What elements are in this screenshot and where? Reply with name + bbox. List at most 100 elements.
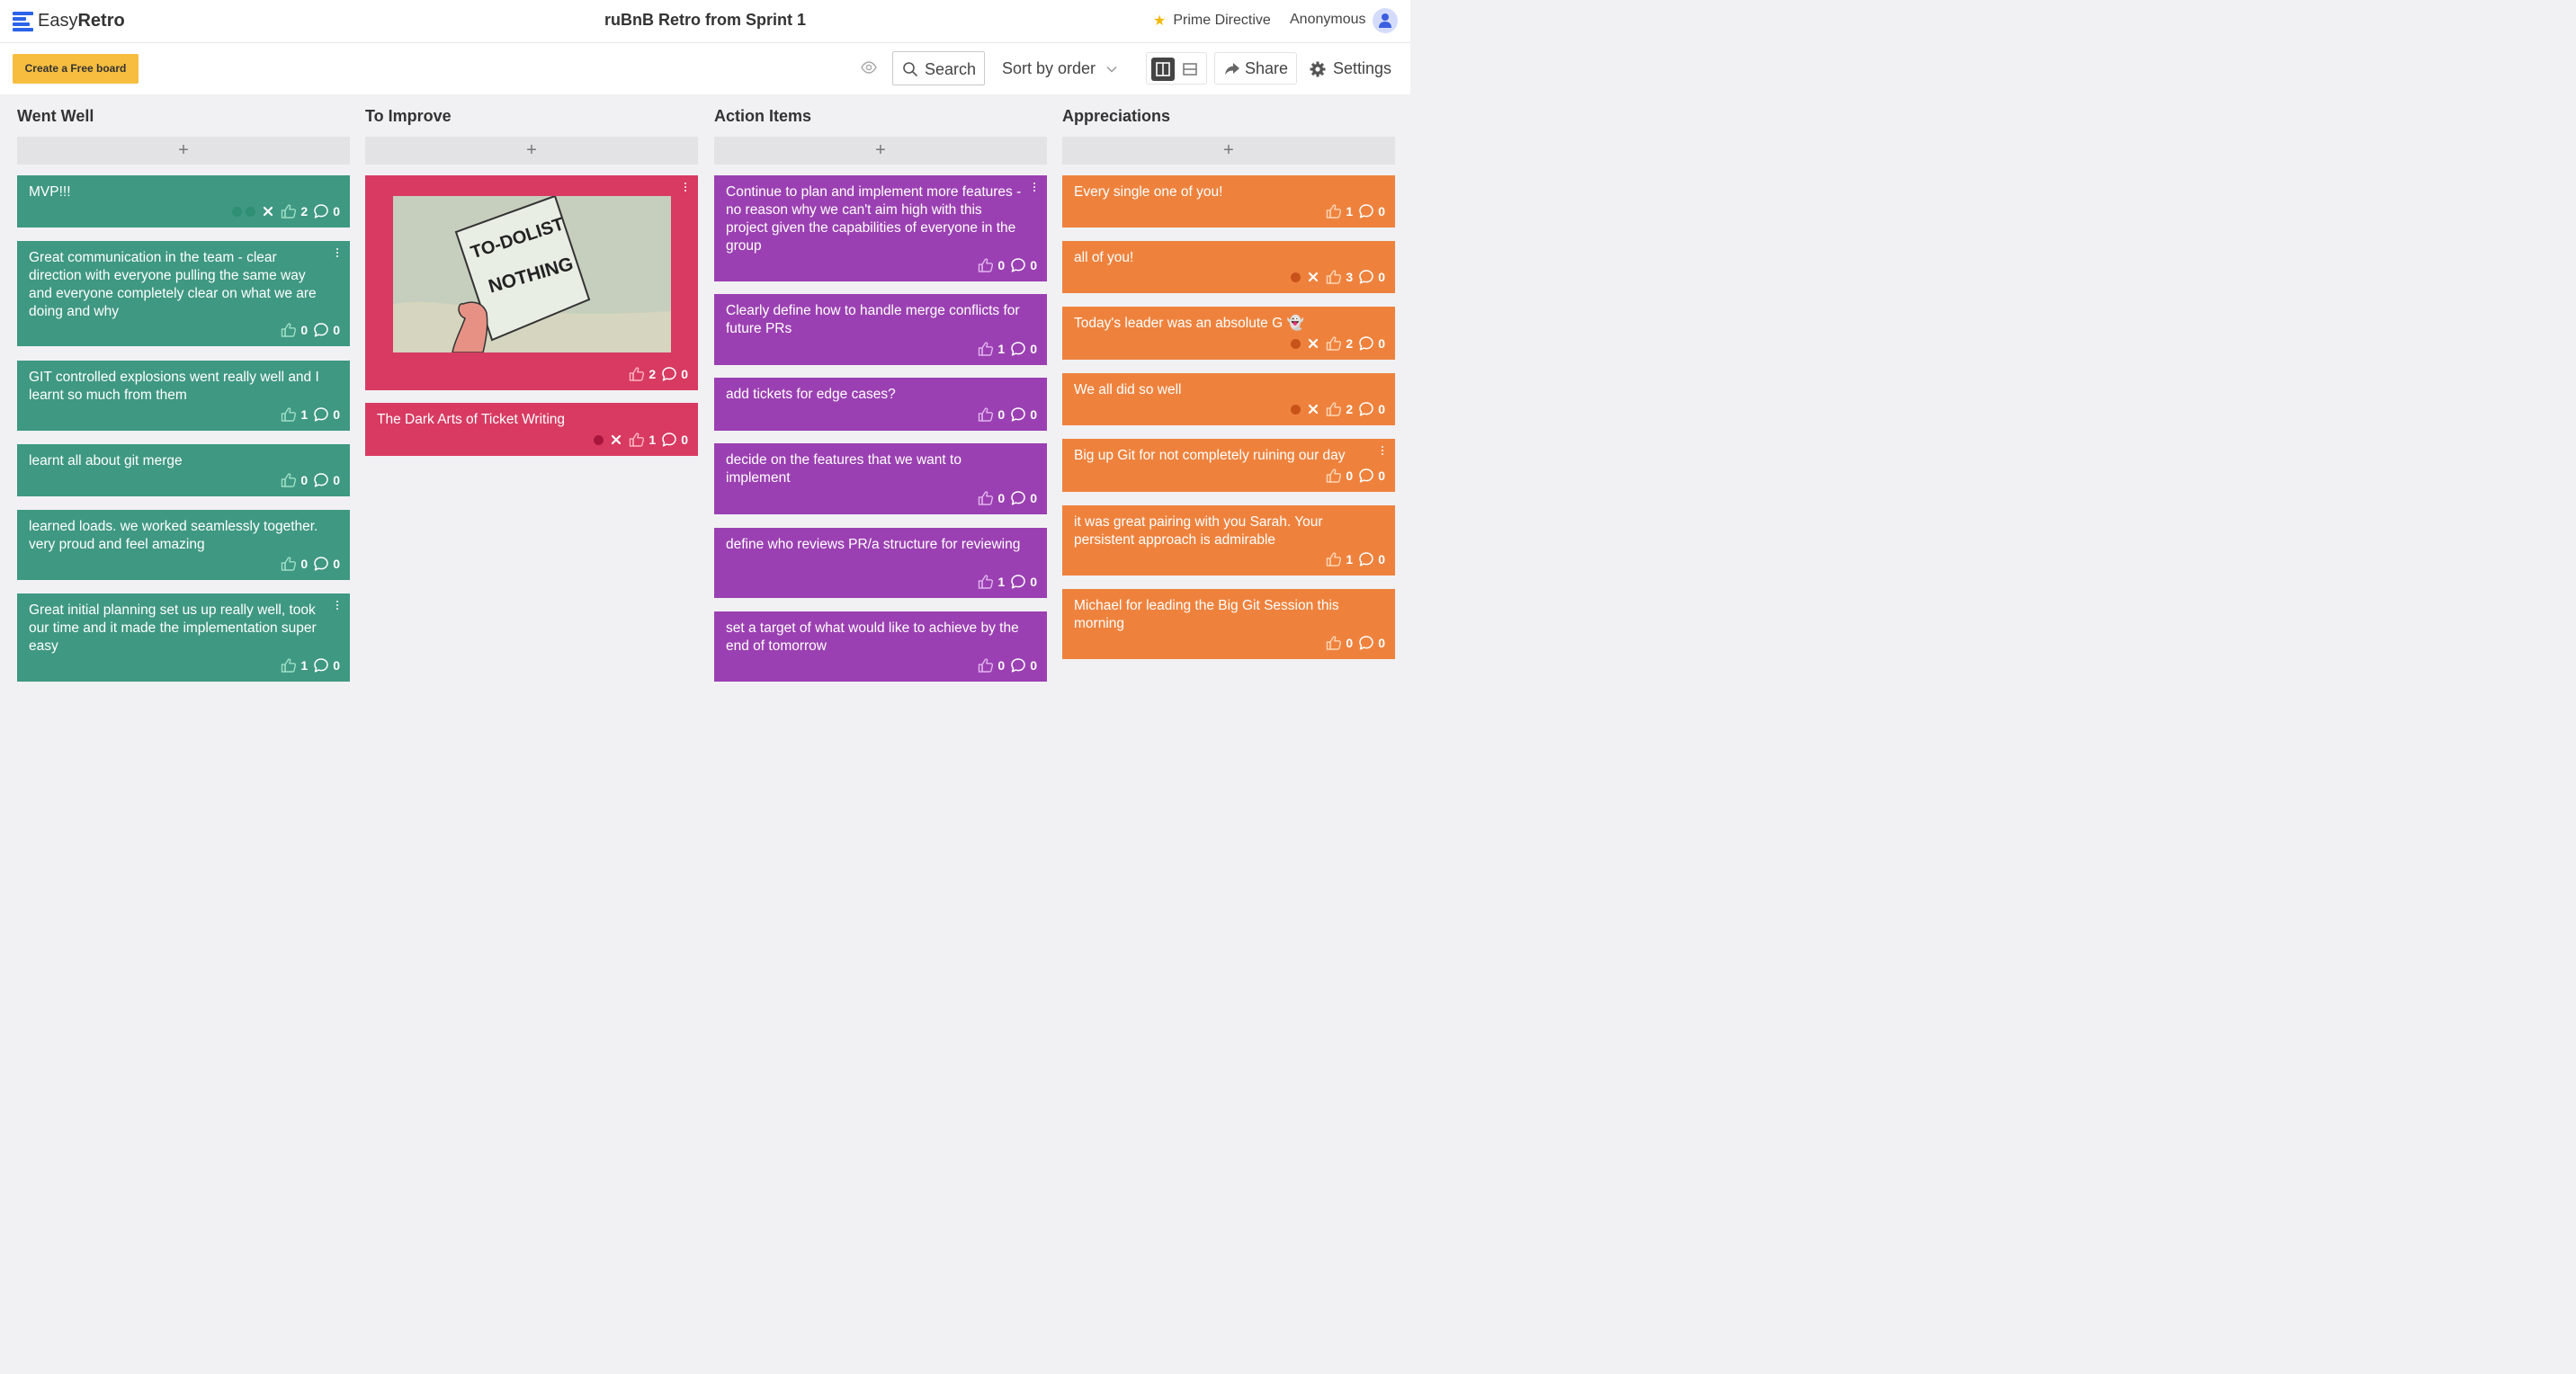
thumbs-up-icon[interactable] [978, 657, 994, 674]
close-icon[interactable] [1308, 272, 1319, 282]
user-avatar-icon[interactable] [1373, 8, 1398, 33]
card-menu-icon[interactable] [684, 182, 688, 193]
card-text: add tickets for edge cases? [726, 387, 896, 402]
close-icon[interactable] [611, 434, 622, 445]
to-do-list-gif-image: TO-DOLIST NOTHING [393, 196, 671, 352]
retro-card[interactable]: Big up Git for not completely ruining ou… [1062, 439, 1395, 492]
retro-card[interactable]: The Dark Arts of Ticket Writing 1 0 [365, 403, 698, 456]
card-text: set a target of what would like to achie… [726, 620, 1019, 654]
comment-icon[interactable] [1358, 203, 1374, 219]
thumbs-up-icon[interactable] [281, 406, 297, 423]
comment-icon[interactable] [1010, 406, 1026, 423]
retro-card[interactable]: Great initial planning set us up really … [17, 593, 350, 682]
like-count: 0 [1346, 468, 1354, 483]
thumbs-up-icon[interactable] [978, 574, 994, 590]
like-count: 0 [997, 258, 1006, 272]
thumbs-up-icon[interactable] [1326, 468, 1342, 484]
thumbs-up-icon[interactable] [281, 657, 297, 674]
retro-card[interactable]: set a target of what would like to achie… [714, 611, 1047, 682]
thumbs-up-icon[interactable] [281, 203, 297, 219]
comment-icon[interactable] [1010, 574, 1026, 590]
thumbs-up-icon[interactable] [1326, 335, 1342, 352]
comment-count: 0 [333, 204, 340, 219]
card-menu-icon[interactable] [1033, 182, 1037, 193]
comment-icon[interactable] [313, 472, 329, 488]
column-title: To Improve [365, 107, 452, 125]
comment-icon[interactable] [1358, 335, 1374, 352]
thumbs-up-icon[interactable] [978, 490, 994, 506]
thumbs-up-icon[interactable] [629, 366, 645, 382]
retro-card[interactable]: Clearly define how to handle merge confl… [714, 294, 1047, 365]
retro-card[interactable]: add tickets for edge cases? 0 0 [714, 378, 1047, 431]
retro-card[interactable]: define who reviews PR/a structure for re… [714, 528, 1047, 598]
retro-card[interactable]: Continue to plan and implement more feat… [714, 175, 1047, 281]
share-button[interactable]: Share [1214, 52, 1297, 85]
comment-icon[interactable] [1010, 341, 1026, 357]
comment-icon[interactable] [1010, 490, 1026, 506]
retro-card-gif[interactable]: TO-DOLIST NOTHING 2 0 [365, 175, 698, 390]
search-button[interactable]: Search [892, 51, 985, 85]
comment-icon[interactable] [313, 556, 329, 572]
card-menu-icon[interactable] [336, 247, 340, 259]
retro-card[interactable]: learned loads. we worked seamlessly toge… [17, 510, 350, 580]
retro-card[interactable]: MVP!!! 2 0 [17, 175, 350, 228]
thumbs-up-icon[interactable] [1326, 401, 1342, 417]
close-icon[interactable] [263, 206, 273, 217]
retro-card[interactable]: GIT controlled explosions went really we… [17, 361, 350, 431]
retro-card[interactable]: it was great pairing with you Sarah. You… [1062, 505, 1395, 575]
thumbs-up-icon[interactable] [281, 472, 297, 488]
comment-icon[interactable] [1358, 468, 1374, 484]
add-card-button[interactable]: + [17, 137, 350, 165]
reaction-dot [1291, 338, 1301, 349]
prime-directive-link[interactable]: ★ Prime Directive [1153, 12, 1271, 30]
thumbs-up-icon[interactable] [281, 322, 297, 338]
retro-card[interactable]: Michael for leading the Big Git Session … [1062, 589, 1395, 659]
sort-label: Sort by order [1002, 59, 1096, 77]
comment-count: 0 [1378, 204, 1385, 219]
retro-card[interactable]: all of you! 3 0 [1062, 241, 1395, 293]
close-icon[interactable] [1308, 404, 1319, 415]
card-text: it was great pairing with you Sarah. You… [1074, 514, 1323, 548]
retro-card[interactable]: We all did so well 2 0 [1062, 373, 1395, 425]
thumbs-up-icon[interactable] [1326, 635, 1342, 651]
comment-icon[interactable] [313, 203, 329, 219]
thumbs-up-icon[interactable] [1326, 203, 1342, 219]
retro-card[interactable]: Every single one of you! 1 0 [1062, 175, 1395, 228]
retro-card[interactable]: learnt all about git merge 0 0 [17, 444, 350, 496]
like-count: 1 [997, 575, 1006, 589]
retro-card[interactable]: Today's leader was an absolute G 👻 2 0 [1062, 307, 1395, 360]
comment-icon[interactable] [1010, 257, 1026, 273]
card-menu-icon[interactable] [1382, 445, 1385, 457]
thumbs-up-icon[interactable] [978, 406, 994, 423]
comment-icon[interactable] [1358, 401, 1374, 417]
add-card-button[interactable]: + [365, 137, 698, 165]
add-card-button[interactable]: + [1062, 137, 1395, 165]
comment-icon[interactable] [661, 432, 677, 448]
comment-icon[interactable] [1358, 635, 1374, 651]
settings-button[interactable]: Settings [1310, 59, 1391, 78]
retro-card[interactable]: decide on the features that we want to i… [714, 443, 1047, 514]
thumbs-up-icon[interactable] [978, 257, 994, 273]
comment-icon[interactable] [313, 657, 329, 674]
rows-view-button[interactable] [1178, 58, 1202, 81]
comment-icon[interactable] [313, 406, 329, 423]
comment-icon[interactable] [661, 366, 677, 382]
comment-icon[interactable] [1358, 551, 1374, 567]
user-name[interactable]: Anonymous [1290, 12, 1366, 28]
add-card-button[interactable]: + [714, 137, 1047, 165]
thumbs-up-icon[interactable] [978, 341, 994, 357]
thumbs-up-icon[interactable] [1326, 269, 1342, 285]
columns-view-button[interactable] [1151, 58, 1175, 81]
comment-icon[interactable] [313, 322, 329, 338]
comment-icon[interactable] [1010, 657, 1026, 674]
close-icon[interactable] [1308, 338, 1319, 349]
retro-card[interactable]: Great communication in the team - clear … [17, 241, 350, 346]
thumbs-up-icon[interactable] [281, 556, 297, 572]
thumbs-up-icon[interactable] [1326, 551, 1342, 567]
sort-dropdown[interactable]: Sort by order [1002, 59, 1117, 78]
comment-icon[interactable] [1358, 269, 1374, 285]
create-free-board-button[interactable]: Create a Free board [13, 54, 139, 84]
eye-icon[interactable] [861, 61, 877, 78]
card-menu-icon[interactable] [336, 600, 340, 611]
thumbs-up-icon[interactable] [629, 432, 645, 448]
